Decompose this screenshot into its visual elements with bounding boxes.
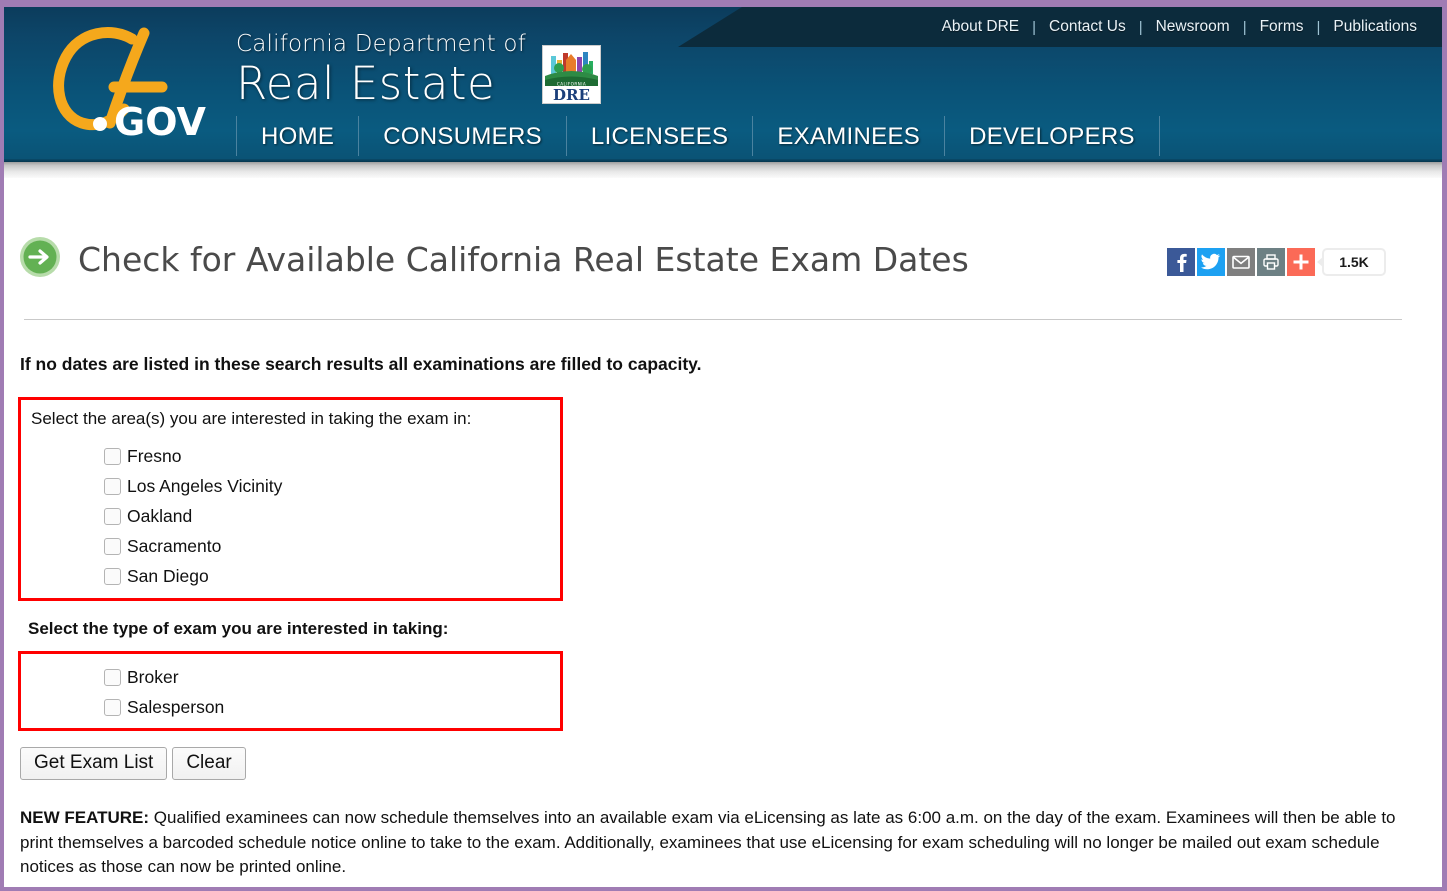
checkbox-sacramento[interactable] — [104, 537, 121, 555]
get-exam-list-button[interactable]: Get Exam List — [20, 747, 168, 781]
checkbox-row-broker[interactable]: Broker — [104, 662, 560, 692]
agency-line-2: Real Estate — [236, 57, 496, 110]
utility-link-contact-us[interactable]: Contact Us — [1036, 18, 1139, 36]
exam-type-group: Broker Salesperson — [18, 651, 563, 732]
utility-link-publications[interactable]: Publications — [1320, 18, 1430, 36]
checkbox-broker[interactable] — [104, 668, 121, 686]
social-share-bar: 1.5K — [1167, 247, 1386, 276]
exam-type-legend: Select the type of exam you are interest… — [28, 619, 449, 639]
new-feature-body: Qualified examinees can now schedule the… — [20, 808, 1396, 877]
nav-item-consumers[interactable]: CONSUMERS — [359, 116, 567, 156]
plus-icon — [1293, 254, 1309, 270]
ca-gov-logo[interactable]: GOV — [40, 23, 210, 144]
facebook-share-button[interactable] — [1167, 247, 1195, 276]
checkbox-label-sacramento: Sacramento — [127, 535, 222, 556]
utility-link-newsroom[interactable]: Newsroom — [1143, 18, 1243, 36]
twitter-bird-icon — [1201, 253, 1221, 269]
checkbox-row-los-angeles-vicinity[interactable]: Los Angeles Vicinity — [104, 471, 560, 501]
checkbox-oakland[interactable] — [104, 507, 121, 525]
addthis-share-button[interactable] — [1287, 247, 1315, 276]
header-shadow-strip — [4, 162, 1442, 178]
agency-wordmark: California Department of Real Estate — [236, 33, 526, 109]
checkbox-row-fresno[interactable]: Fresno — [104, 441, 560, 471]
page-title-group: Check for Available California Real Esta… — [18, 218, 969, 301]
nav-item-licensees[interactable]: LICENSEES — [567, 116, 754, 156]
twitter-share-button[interactable] — [1197, 247, 1225, 276]
email-share-button[interactable] — [1227, 247, 1255, 276]
checkbox-los-angeles-vicinity[interactable] — [104, 477, 121, 495]
checkbox-row-oakland[interactable]: Oakland — [104, 501, 560, 531]
checkbox-fresno[interactable] — [104, 447, 121, 465]
title-divider — [24, 319, 1402, 321]
checkbox-label-salesperson: Salesperson — [127, 696, 225, 717]
utility-link-about-dre[interactable]: About DRE — [929, 18, 1033, 36]
area-selection-group: Select the area(s) you are interested in… — [18, 397, 563, 602]
dre-logo[interactable]: CALIFORNIA DRE — [542, 45, 601, 104]
ca-gov-logo-svg: GOV — [53, 27, 206, 144]
envelope-icon — [1232, 255, 1250, 269]
checkbox-row-san-diego[interactable]: San Diego — [104, 561, 560, 591]
main-nav: HOME CONSUMERS LICENSEES EXAMINEES DEVEL… — [236, 116, 1160, 156]
main-content: Check for Available California Real Esta… — [4, 178, 1442, 880]
printer-icon — [1263, 253, 1279, 270]
checkbox-label-san-diego: San Diego — [127, 565, 209, 586]
svg-text:GOV: GOV — [114, 100, 206, 141]
checkbox-row-sacramento[interactable]: Sacramento — [104, 531, 560, 561]
page-frame: About DRE | Contact Us | Newsroom | Form… — [0, 0, 1447, 891]
form-actions: Get Exam List Clear — [20, 747, 1428, 781]
nav-item-home[interactable]: HOME — [236, 116, 360, 156]
nav-item-developers[interactable]: DEVELOPERS — [945, 116, 1160, 156]
agency-line-1: California Department of — [236, 31, 526, 57]
facebook-icon — [1177, 253, 1187, 272]
checkbox-row-salesperson[interactable]: Salesperson — [104, 692, 560, 722]
checkbox-san-diego[interactable] — [104, 567, 121, 585]
nav-item-examinees[interactable]: EXAMINEES — [753, 116, 946, 156]
arrow-right-circle-icon-svg — [20, 237, 60, 278]
area-group-legend: Select the area(s) you are interested in… — [31, 409, 472, 429]
page-title: Check for Available California Real Esta… — [78, 240, 969, 280]
dre-logo-svg: CALIFORNIA DRE — [543, 46, 600, 103]
new-feature-label: NEW FEATURE: — [20, 808, 150, 828]
print-button[interactable] — [1257, 247, 1285, 276]
new-feature-note: NEW FEATURE: Qualified examinees can now… — [20, 806, 1410, 880]
arrow-right-circle-icon — [18, 235, 62, 284]
checkbox-label-los-angeles-vicinity: Los Angeles Vicinity — [127, 475, 283, 496]
clear-button[interactable]: Clear — [172, 747, 246, 781]
capacity-notice: If no dates are listed in these search r… — [20, 354, 702, 375]
share-count-badge: 1.5K — [1322, 247, 1386, 276]
checkbox-label-fresno: Fresno — [127, 445, 182, 466]
checkbox-label-oakland: Oakland — [127, 505, 193, 526]
utility-nav: About DRE | Contact Us | Newsroom | Form… — [929, 7, 1430, 47]
site-header: About DRE | Contact Us | Newsroom | Form… — [4, 7, 1442, 162]
checkbox-label-broker: Broker — [127, 666, 179, 687]
utility-link-forms[interactable]: Forms — [1247, 18, 1317, 36]
checkbox-salesperson[interactable] — [104, 698, 121, 716]
svg-text:DRE: DRE — [553, 86, 590, 103]
page-title-row: Check for Available California Real Esta… — [18, 178, 1428, 301]
